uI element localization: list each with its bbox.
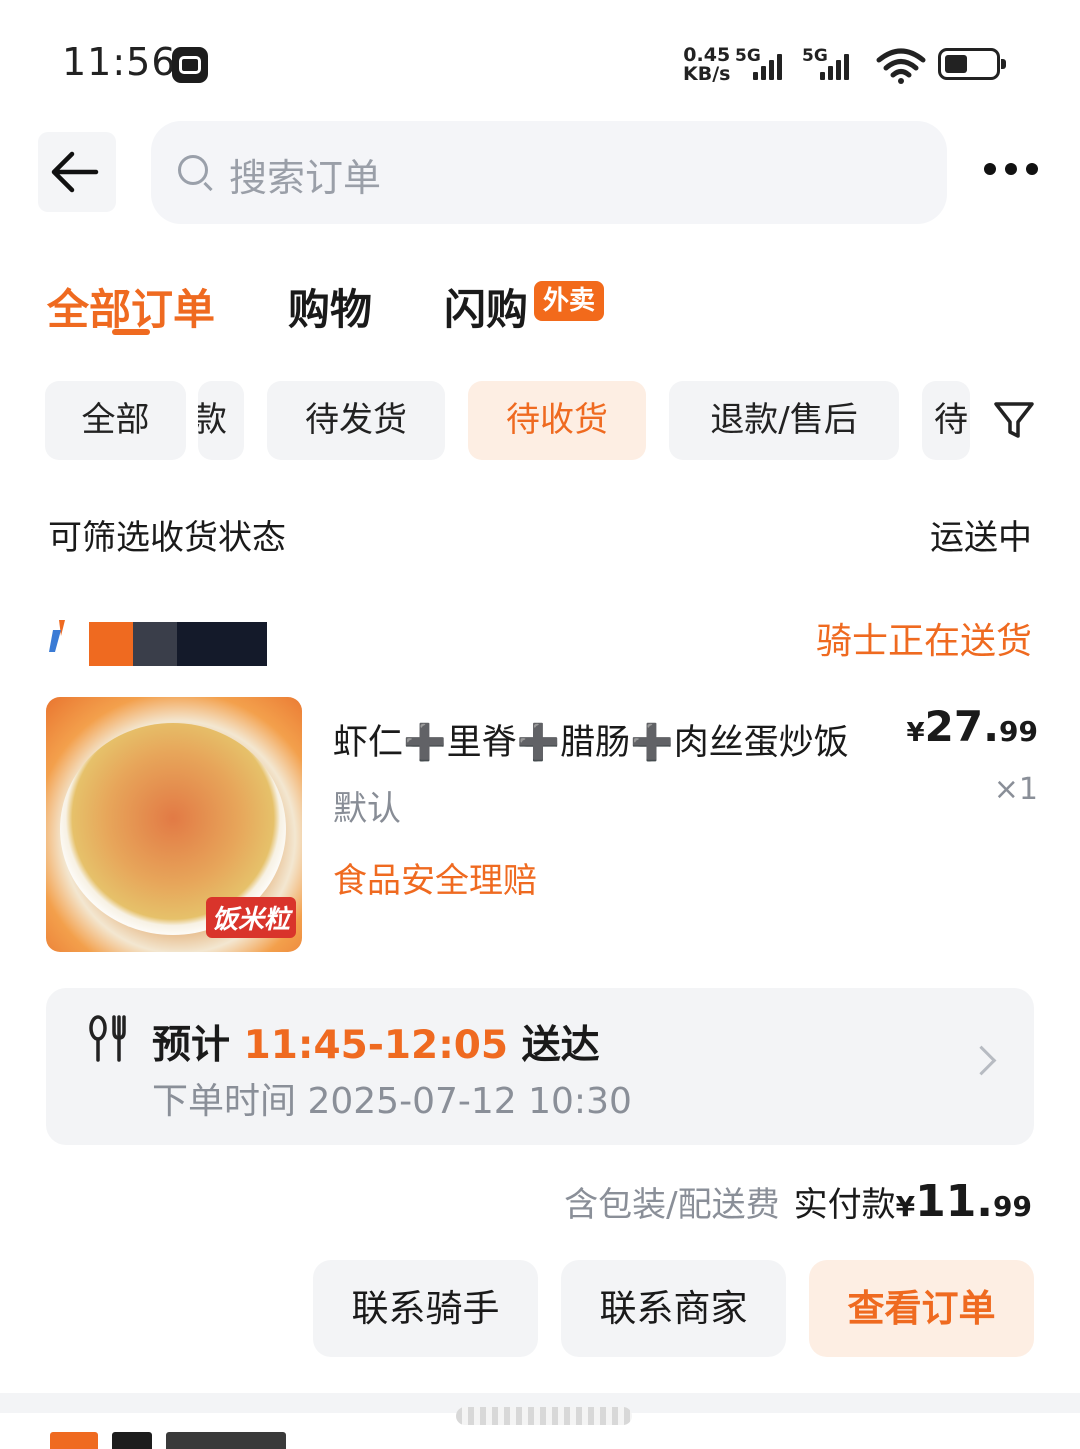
- item-name[interactable]: 虾仁➕里脊➕腊肠➕肉丝蛋炒饭: [333, 714, 849, 765]
- placed-time: 2025-07-12 10:30: [307, 1081, 632, 1122]
- sim2-signal-icon: 5G: [802, 46, 849, 80]
- next-order-peek: [50, 1432, 300, 1449]
- estimated-delivery: 预计 11:45-12:05 送达: [152, 1014, 600, 1070]
- product-image-tag: 饭米粒: [205, 897, 296, 938]
- more-options-icon[interactable]: [984, 163, 1038, 175]
- order-status: 骑士正在送货: [815, 621, 1032, 662]
- paid-integer: 11.: [915, 1176, 994, 1227]
- fee-note: 含包装/配送费: [564, 1185, 780, 1225]
- shop-logo-icon: [49, 620, 65, 652]
- search-input[interactable]: 搜索订单: [151, 121, 947, 224]
- paid-currency: ¥: [895, 1190, 916, 1223]
- status-filter-label: 可筛选收货状态: [48, 518, 286, 558]
- search-placeholder: 搜索订单: [229, 156, 382, 200]
- network-speed-unit: KB/s: [683, 63, 731, 85]
- active-tab-indicator: [112, 329, 150, 335]
- paid-label: 实付款: [793, 1185, 896, 1225]
- order-placed-time: 下单时间 2025-07-12 10:30: [152, 1072, 632, 1124]
- chip-refund-aftersale[interactable]: 退款/售后: [669, 381, 899, 460]
- search-icon: [178, 155, 208, 185]
- wifi-icon: [876, 48, 926, 84]
- product-image[interactable]: 饭米粒: [46, 697, 302, 952]
- eta-prefix: 预计: [152, 1023, 231, 1068]
- item-quantity: ×1: [993, 772, 1038, 807]
- network-speed: 0.45 KB/s: [683, 46, 730, 84]
- food-safety-guarantee[interactable]: 食品安全理赔: [333, 853, 537, 902]
- delivery-info-panel[interactable]: 预计 11:45-12:05 送达 下单时间 2025-07-12 10:30: [46, 988, 1034, 1145]
- contact-rider-button[interactable]: 联系骑手: [313, 1260, 538, 1357]
- tab-all-orders[interactable]: 全部订单: [47, 276, 215, 337]
- utensils-icon: [89, 1015, 126, 1062]
- tab-flash-buy[interactable]: 闪购: [444, 276, 528, 337]
- chip-awaiting-shipment[interactable]: 待发货: [267, 381, 445, 460]
- battery-icon: [938, 48, 1006, 80]
- eta-time: 11:45-12:05: [243, 1023, 509, 1068]
- paid-decimal: 99: [993, 1190, 1032, 1223]
- item-price: ¥27.99: [907, 702, 1038, 751]
- chip-all[interactable]: 全部: [45, 381, 186, 460]
- item-spec: 默认: [333, 789, 401, 829]
- paid-amount: ¥11.99: [896, 1176, 1032, 1227]
- back-arrow-icon: [51, 151, 99, 193]
- chip-pending-review[interactable]: 待: [922, 381, 970, 460]
- item-price-currency: ¥: [906, 718, 925, 748]
- sim1-signal-icon: 5G: [735, 46, 782, 80]
- chevron-right-icon: [966, 1045, 997, 1076]
- takeout-badge: 外卖: [534, 281, 605, 321]
- chip-awaiting-receipt[interactable]: 待收货: [468, 381, 646, 460]
- item-price-integer: 27.: [924, 702, 1000, 751]
- item-price-decimal: 99: [999, 715, 1038, 748]
- status-time: 11:56: [62, 40, 177, 84]
- filter-icon[interactable]: [992, 398, 1036, 442]
- chip-pending-payment[interactable]: 款: [198, 381, 244, 460]
- back-button[interactable]: [38, 132, 116, 212]
- placed-label: 下单时间: [152, 1081, 297, 1122]
- view-order-button[interactable]: 查看订单: [809, 1260, 1034, 1357]
- contact-merchant-button[interactable]: 联系商家: [561, 1260, 786, 1357]
- tab-shopping[interactable]: 购物: [288, 276, 372, 337]
- app-notification-icon: [172, 47, 208, 83]
- shop-name-redacted[interactable]: [89, 622, 267, 666]
- order-total: 含包装/配送费 实付款 ¥11.99: [564, 1176, 1032, 1227]
- status-filter-value[interactable]: 运送中: [930, 510, 1032, 559]
- eta-suffix: 送达: [521, 1023, 600, 1068]
- home-indicator[interactable]: [456, 1407, 632, 1425]
